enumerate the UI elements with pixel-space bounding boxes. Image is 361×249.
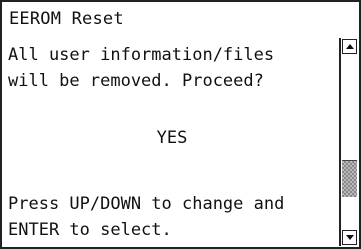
scroll-down-arrow-icon[interactable] (342, 230, 357, 245)
warning-text-line-2: will be removed. Proceed? (8, 71, 264, 91)
instruction-text-line-2: ENTER to select. (8, 220, 172, 240)
vertical-scrollbar[interactable] (339, 38, 358, 246)
scroll-up-arrow-icon[interactable] (342, 39, 357, 54)
eerom-reset-dialog: EEROM Reset All user information/files w… (0, 0, 361, 249)
selected-option-yes[interactable]: YES (6, 125, 338, 151)
scrollbar-thumb[interactable] (342, 160, 357, 197)
scrollbar-track[interactable] (342, 56, 357, 226)
message-text-area: All user information/files will be remov… (6, 40, 338, 243)
message-frame: All user information/files will be remov… (0, 36, 361, 249)
instruction-text-line-1: Press UP/DOWN to change and (8, 194, 285, 214)
dialog-title: EEROM Reset (0, 0, 361, 38)
warning-text-line-1: All user information/files (8, 45, 275, 65)
